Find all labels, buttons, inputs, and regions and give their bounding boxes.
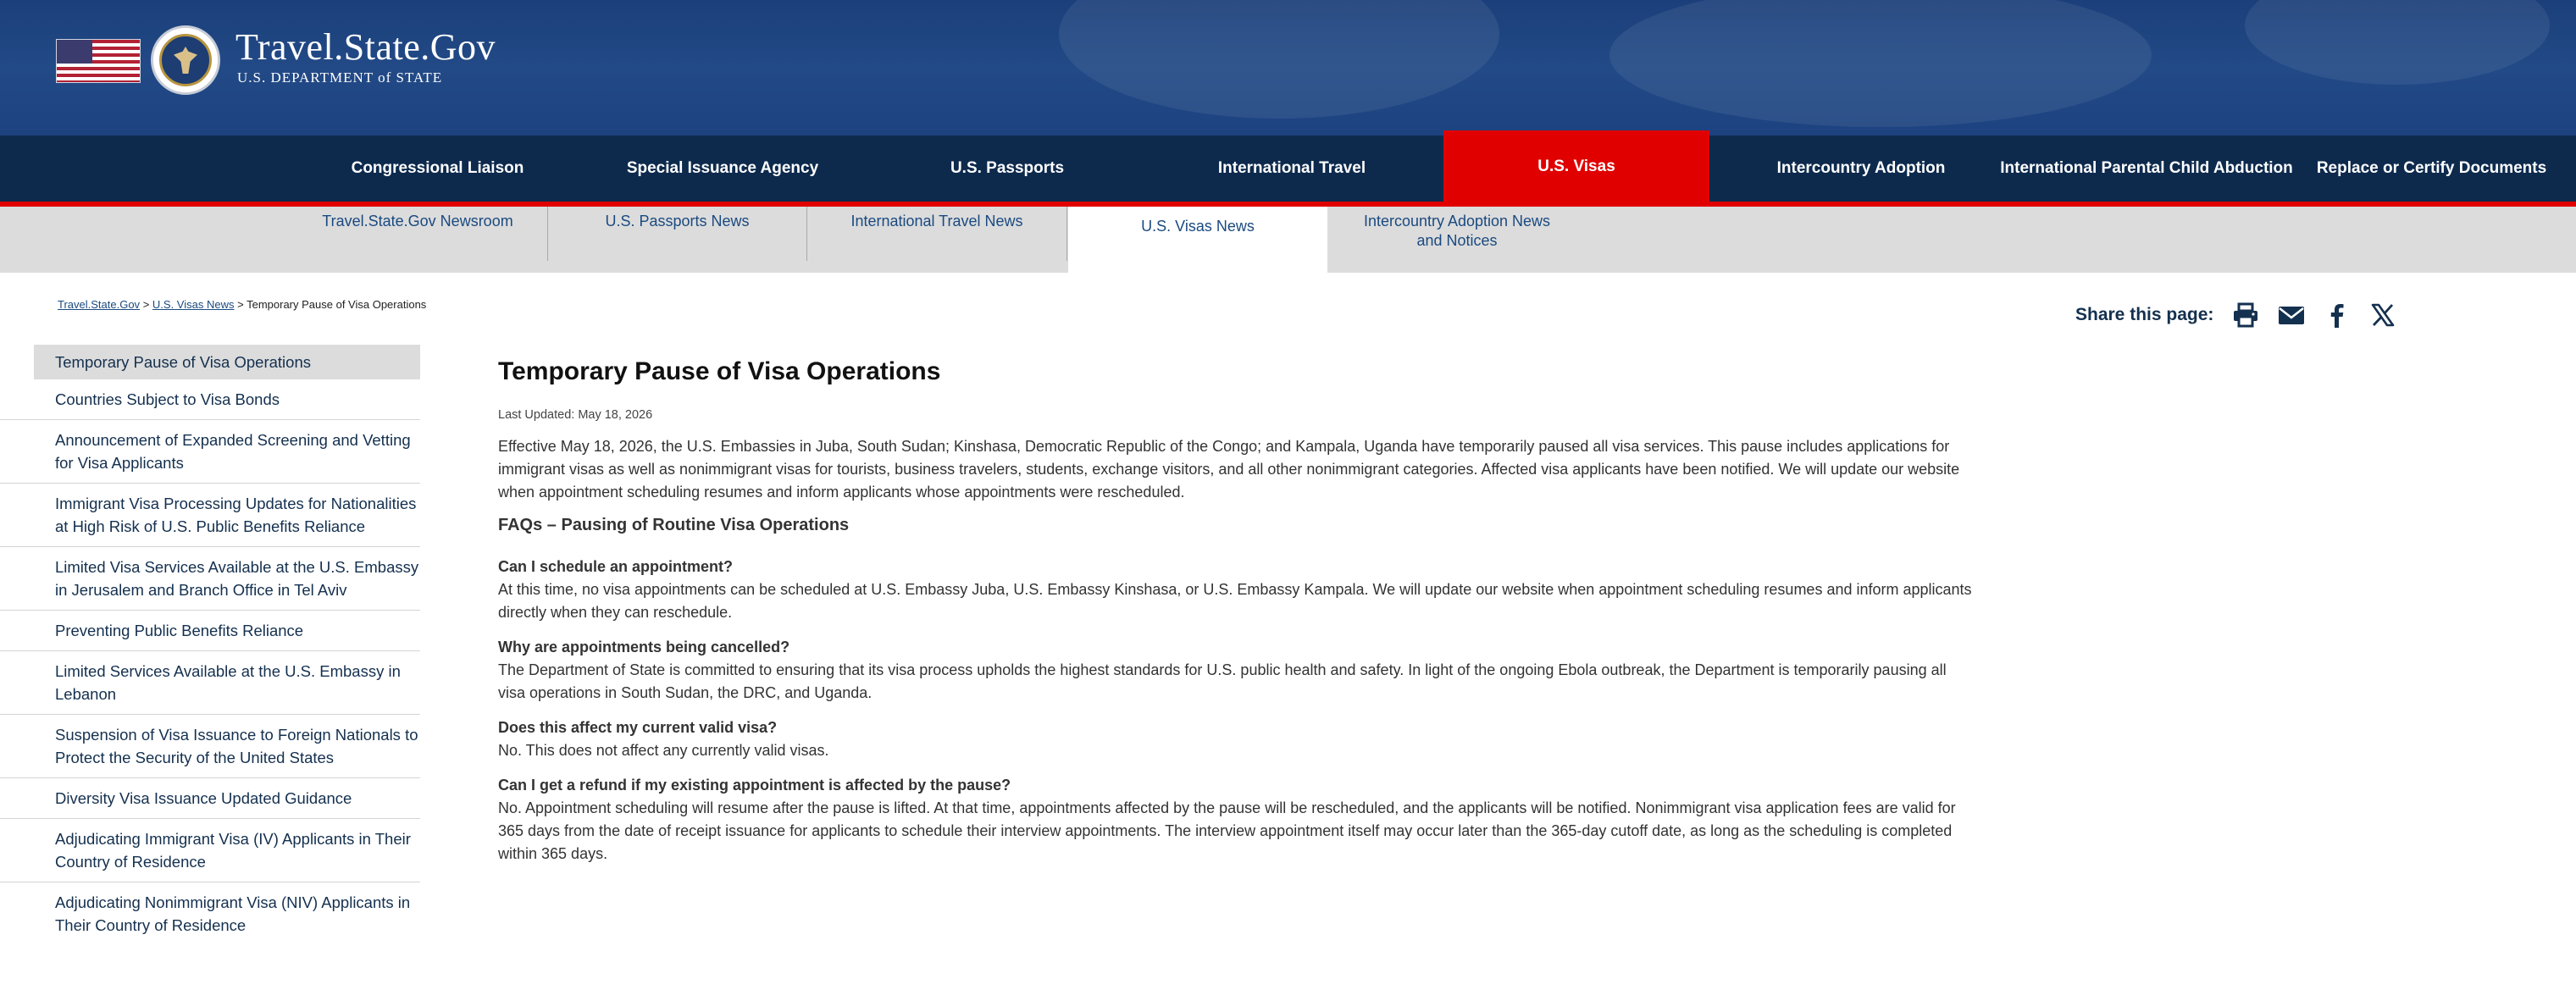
facebook-icon[interactable] xyxy=(2324,301,2351,329)
nav-us-passports[interactable]: U.S. Passports xyxy=(917,136,1098,202)
sub-navigation: Travel.State.Gov Newsroom U.S. Passports… xyxy=(0,207,2576,273)
subnav-newsroom[interactable]: Travel.State.Gov Newsroom xyxy=(288,207,548,261)
faq-item: Can I get a refund if my existing appoin… xyxy=(498,774,1972,866)
faq-item: Can I schedule an appointment? At this t… xyxy=(498,556,1972,624)
faq-item: Why are appointments being cancelled? Th… xyxy=(498,636,1972,705)
share-bar: Share this page: xyxy=(2075,301,2415,329)
sidebar-item-expanded-screening[interactable]: Announcement of Expanded Screening and V… xyxy=(0,420,420,484)
main-navigation: Congressional Liaison Special Issuance A… xyxy=(0,130,2576,203)
sidebar-item-public-benefits[interactable]: Preventing Public Benefits Reliance xyxy=(0,611,420,651)
x-icon[interactable] xyxy=(2369,301,2396,329)
faq-answer: The Department of State is committed to … xyxy=(498,661,1947,701)
world-map-shape xyxy=(1059,0,1499,119)
sidebar-item-visa-bonds[interactable]: Countries Subject to Visa Bonds xyxy=(0,379,420,420)
faq-answer: At this time, no visa appointments can b… xyxy=(498,581,1972,621)
page-title: Temporary Pause of Visa Operations xyxy=(498,357,941,385)
sidebar-item-diversity-visa[interactable]: Diversity Visa Issuance Updated Guidance xyxy=(0,778,420,819)
faq-answer: No. This does not affect any currently v… xyxy=(498,742,829,759)
breadcrumb-link-visas-news[interactable]: U.S. Visas News xyxy=(152,298,235,311)
department-seal-icon[interactable] xyxy=(151,25,220,95)
world-map-shape xyxy=(2245,0,2550,85)
faq-answer: No. Appointment scheduling will resume a… xyxy=(498,799,1956,862)
left-sidebar-nav: Temporary Pause of Visa Operations Count… xyxy=(0,345,420,945)
breadcrumb-separator: > xyxy=(237,298,244,311)
faq-question: Can I schedule an appointment? xyxy=(498,558,734,575)
nav-us-visas[interactable]: U.S. Visas xyxy=(1443,130,1709,203)
sidebar-item-lebanon-services[interactable]: Limited Services Available at the U.S. E… xyxy=(0,651,420,715)
site-subtitle: U.S. DEPARTMENT of STATE xyxy=(237,69,443,86)
site-header: Travel.State.Gov U.S. DEPARTMENT of STAT… xyxy=(0,0,2576,136)
sidebar-item-jerusalem-services[interactable]: Limited Visa Services Available at the U… xyxy=(0,547,420,611)
sidebar-item-iv-residence[interactable]: Adjudicating Immigrant Visa (IV) Applica… xyxy=(0,819,420,882)
world-map-shape xyxy=(1609,0,2152,127)
article-content: Temporary Pause of Visa Operations Last … xyxy=(498,357,1972,877)
faq-question: Does this affect my current valid visa? xyxy=(498,719,778,736)
subnav-us-passports-news[interactable]: U.S. Passports News xyxy=(548,207,807,261)
sidebar-item-visa-suspension[interactable]: Suspension of Visa Issuance to Foreign N… xyxy=(0,715,420,778)
article-intro: Effective May 18, 2026, the U.S. Embassi… xyxy=(498,438,1960,501)
us-flag-icon xyxy=(56,39,141,83)
nav-replace-or-certify-documents[interactable]: Replace or Certify Documents xyxy=(2317,136,2546,202)
nav-international-parental-child-abduction[interactable]: International Parental Child Abduction xyxy=(2000,136,2293,202)
breadcrumb-current: Temporary Pause of Visa Operations xyxy=(247,298,427,311)
email-icon[interactable] xyxy=(2278,301,2305,329)
sidebar-item-temporary-pause[interactable]: Temporary Pause of Visa Operations xyxy=(34,345,420,379)
share-label: Share this page: xyxy=(2075,305,2214,324)
nav-congressional-liaison[interactable]: Congressional Liaison xyxy=(340,136,535,202)
print-icon[interactable] xyxy=(2232,301,2259,329)
subnav-international-travel-news[interactable]: International Travel News xyxy=(807,207,1067,261)
breadcrumb-separator: > xyxy=(142,298,150,311)
last-updated: Last Updated: May 18, 2026 xyxy=(498,408,653,422)
faq-question: Can I get a refund if my existing appoin… xyxy=(498,777,1011,794)
breadcrumb-link-home[interactable]: Travel.State.Gov xyxy=(58,298,140,311)
nav-special-issuance-agency[interactable]: Special Issuance Agency xyxy=(616,136,829,202)
faq-question: Why are appointments being cancelled? xyxy=(498,639,790,655)
sidebar-item-niv-residence[interactable]: Adjudicating Nonimmigrant Visa (NIV) App… xyxy=(0,882,420,945)
nav-international-travel[interactable]: International Travel xyxy=(1186,136,1398,202)
faq-heading: FAQs – Pausing of Routine Visa Operation… xyxy=(498,516,850,534)
nav-intercountry-adoption[interactable]: Intercountry Adoption xyxy=(1762,136,1960,202)
faq-item: Does this affect my current valid visa? … xyxy=(498,716,1972,762)
sidebar-item-immigrant-visa-processing[interactable]: Immigrant Visa Processing Updates for Na… xyxy=(0,484,420,547)
breadcrumb: Travel.State.Gov > U.S. Visas News > Tem… xyxy=(58,298,426,311)
subnav-intercountry-adoption-news[interactable]: Intercountry Adoption News and Notices xyxy=(1327,207,1587,261)
subnav-us-visas-news[interactable]: U.S. Visas News xyxy=(1068,207,1327,273)
site-title[interactable]: Travel.State.Gov xyxy=(235,25,496,69)
